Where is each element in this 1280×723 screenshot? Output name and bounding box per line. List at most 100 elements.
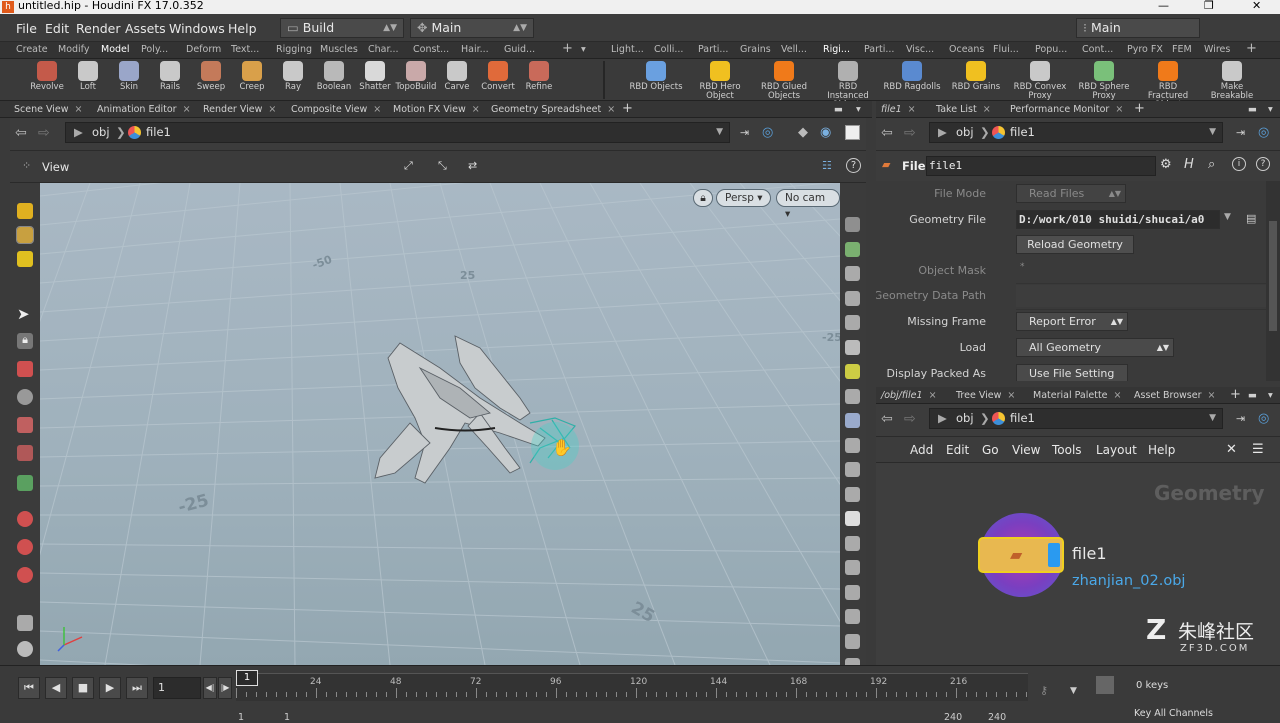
menu-file[interactable]: File [16, 21, 37, 36]
camera-menu[interactable]: No cam ▾ [776, 189, 840, 220]
transform-icon[interactable]: ⇄ [468, 159, 477, 172]
select-mode-icon[interactable]: ⤡ [438, 159, 447, 173]
display-option-icon[interactable] [845, 339, 860, 355]
range-end-field[interactable]: 240 [944, 712, 962, 723]
network-path-field[interactable]: ▶ obj ❯ file1 ▼ [929, 408, 1223, 429]
menu-render[interactable]: Render [76, 21, 121, 36]
load-select[interactable]: All Geometry ▲▼ [1016, 338, 1174, 357]
close-tab-icon[interactable]: × [1207, 390, 1215, 401]
forward-arrow-icon[interactable]: ⇨ [904, 411, 916, 427]
display-option-icon[interactable] [845, 486, 860, 502]
play-button[interactable]: ▶ [99, 677, 121, 699]
step-forward-button[interactable]: |▶ [218, 677, 232, 699]
shelf-tab-modify[interactable]: Modify [58, 44, 89, 55]
panel-maximize-icon[interactable]: ▬ [1248, 390, 1257, 401]
capture-tool-icon[interactable] [17, 445, 33, 461]
parameter-path-field[interactable]: ▶ obj ❯ file1 ▼ [929, 122, 1223, 143]
back-arrow-icon[interactable]: ⇦ [881, 411, 893, 427]
display-option-icon[interactable] [845, 388, 860, 404]
maximize-icon[interactable]: ❐ [1204, 0, 1214, 12]
net-menu-view[interactable]: View [1012, 443, 1040, 457]
snap-icon[interactable]: ⤢ [404, 159, 413, 173]
key-icon[interactable]: ⚷ [1040, 684, 1048, 697]
forward-arrow-icon[interactable]: ⇨ [904, 125, 916, 141]
select-tool-icon[interactable] [17, 203, 33, 219]
display-option-icon[interactable] [845, 560, 860, 575]
close-tab-icon[interactable]: × [183, 104, 191, 115]
path-obj[interactable]: obj [956, 409, 974, 428]
handle-tool-icon[interactable] [17, 361, 33, 377]
lock-icon[interactable]: 🔒︎ [17, 333, 33, 349]
rbd-tool-2[interactable]: RBD Glued Objects [754, 61, 814, 101]
link-icon[interactable]: ◎ [762, 125, 773, 140]
persp-menu[interactable]: Persp ▾ [716, 189, 772, 207]
display-option-icon[interactable] [845, 609, 860, 624]
hscript-icon[interactable]: H [1184, 157, 1194, 172]
display-option-icon[interactable] [845, 266, 860, 281]
key-menu-icon[interactable]: ▼ [1070, 686, 1077, 696]
shelf-tab-visc[interactable]: Visc... [906, 44, 934, 55]
display-option-icon[interactable] [845, 535, 860, 551]
display-option-icon[interactable] [845, 511, 860, 526]
shelf-tab-model[interactable]: Model [101, 44, 130, 55]
shelf-tab-vell[interactable]: Vell... [781, 44, 807, 55]
frame-marker[interactable]: 1 [236, 670, 258, 686]
tab-scene-view[interactable]: Scene View × [14, 104, 83, 115]
shelf-tab-cont[interactable]: Cont... [1082, 44, 1113, 55]
menu-help[interactable]: Help [228, 21, 257, 36]
panel-menu-icon[interactable]: ▾ [1268, 104, 1273, 115]
display-option-icon[interactable] [845, 241, 860, 257]
menu-edit[interactable]: Edit [45, 21, 69, 36]
play-reverse-button[interactable]: ◀ [45, 677, 67, 699]
shelf-tab-wires[interactable]: Wires [1204, 44, 1230, 55]
view-label[interactable]: View [42, 160, 69, 174]
tab-composite-view[interactable]: Composite View × [291, 104, 381, 115]
realtime-toggle-icon[interactable] [1096, 676, 1114, 694]
missing-frame-select[interactable]: Report Error ▲▼ [1016, 312, 1128, 331]
shelf-menu-icon[interactable]: ▾ [581, 44, 586, 55]
close-tab-icon[interactable]: × [908, 104, 916, 115]
scene-camera-icon[interactable]: ◉ [820, 125, 831, 140]
rbd-tool-1[interactable]: RBD Hero Object [690, 61, 750, 101]
back-arrow-icon[interactable]: ⇦ [881, 125, 893, 141]
jump-start-button[interactable]: ⏮ [18, 677, 40, 699]
display-option-icon[interactable] [845, 290, 860, 306]
link-icon[interactable]: ◎ [1258, 125, 1269, 140]
magnet3-tool-icon[interactable] [17, 567, 33, 583]
shelf-tab-text[interactable]: Text... [231, 44, 259, 55]
link-icon[interactable]: ◎ [1258, 411, 1269, 426]
display-option-icon[interactable] [845, 315, 860, 330]
range-start-field[interactable]: 1 [238, 712, 244, 723]
gear-icon[interactable]: ⚙ [1160, 157, 1172, 172]
help-icon[interactable]: ? [1256, 157, 1270, 171]
tab-geometry-spreadsheet[interactable]: Geometry Spreadsheet × [491, 104, 615, 115]
stop-button[interactable]: ■ [72, 677, 94, 699]
path-dropdown-icon[interactable]: ▼ [1209, 409, 1216, 428]
net-menu-go[interactable]: Go [982, 443, 999, 457]
net-menu-help[interactable]: Help [1148, 443, 1175, 457]
rbd-tool-0[interactable]: RBD Objects [626, 61, 686, 92]
close-tab-icon[interactable]: × [1114, 390, 1122, 401]
scroll-thumb[interactable] [1269, 221, 1277, 331]
net-menu-add[interactable]: Add [910, 443, 933, 457]
shelf-tab-grains[interactable]: Grains [740, 44, 771, 55]
file-mode-select[interactable]: Read Files ▲▼ [1016, 184, 1126, 203]
tab-render-view[interactable]: Render View × [203, 104, 276, 115]
shelf-tab-hair[interactable]: Hair... [461, 44, 489, 55]
jump-end-button[interactable]: ⏭ [126, 677, 148, 699]
close-tab-icon[interactable]: × [1115, 104, 1123, 115]
back-arrow-icon[interactable]: ⇦ [15, 125, 27, 141]
node-name-field[interactable]: file1 [926, 156, 1156, 176]
close-tab-icon[interactable]: × [268, 104, 276, 115]
rbd-tool-6[interactable]: RBD Convex Proxy [1010, 61, 1070, 101]
add-tab-icon[interactable]: + [1230, 387, 1241, 402]
display-option-icon[interactable] [845, 217, 860, 232]
magnet2-tool-icon[interactable] [17, 539, 33, 555]
sphere-tool-icon[interactable] [17, 389, 33, 405]
add-tab-icon[interactable]: + [622, 101, 633, 116]
panel-maximize-icon[interactable]: ▬ [1248, 104, 1257, 115]
tab-animation-editor[interactable]: Animation Editor × [97, 104, 191, 115]
range-start2-field[interactable]: 1 [284, 712, 290, 723]
rbd-tool-7[interactable]: RBD Sphere Proxy [1074, 61, 1134, 101]
desktop-select[interactable]: ▭ Build ▲▼ [280, 18, 404, 38]
